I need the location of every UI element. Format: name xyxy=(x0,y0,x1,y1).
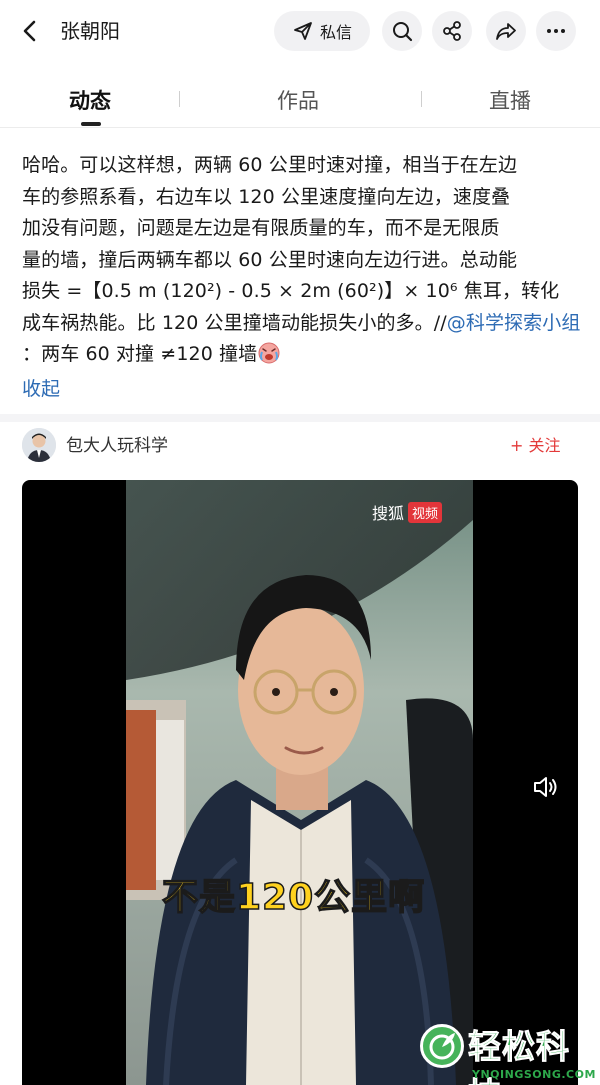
search-icon xyxy=(393,22,413,42)
tab-live[interactable]: 直播 xyxy=(450,86,570,116)
post-line: 加没有问题，问题是左边是有限质量的车，而不是无限质 xyxy=(22,217,500,239)
follow-button[interactable]: + 关注 xyxy=(510,434,561,458)
video-player[interactable]: 搜狐 视频 不是120公里啊 xyxy=(22,480,578,1085)
forward-icon xyxy=(496,23,516,40)
crying-emoji-icon xyxy=(258,342,280,364)
send-icon xyxy=(294,22,312,40)
tab-divider xyxy=(179,91,180,107)
post-line-text: ：两车 60 对撞 ≠120 撞墙 xyxy=(22,343,258,365)
share-button[interactable] xyxy=(432,11,472,51)
logo-domain: YNQINGSONG.COM xyxy=(472,1068,596,1081)
post-line: 车的参照系看，右边车以 120 公里速度撞向左边，速度叠 xyxy=(22,185,511,208)
collapse-link[interactable]: 收起 xyxy=(22,375,60,403)
share-icon xyxy=(443,21,461,41)
search-button[interactable] xyxy=(382,11,422,51)
post-line: 损失 =【0.5 m (120²) - 0.5 × 2m (60²)】× 10⁶… xyxy=(22,280,560,302)
post-body: 哈哈。可以这样想，两辆 60 公里时速对撞，相当于在左边 车的参照系看，右边车以… xyxy=(22,150,582,371)
tab-dynamics[interactable]: 动态 xyxy=(30,86,150,116)
video-watermark: 搜狐 视频 xyxy=(372,500,443,524)
logo-mark xyxy=(420,1024,464,1068)
post-line-text: 成车祸热能。比 120 公里撞墙动能损失小的多。// xyxy=(22,311,447,334)
watermark-badge: 视频 xyxy=(408,501,443,523)
avatar[interactable] xyxy=(22,428,56,462)
watermark-text: 搜狐 xyxy=(372,504,405,523)
forward-button[interactable] xyxy=(486,11,526,51)
message-button[interactable]: 私信 xyxy=(274,11,370,51)
tab-works[interactable]: 作品 xyxy=(238,86,358,116)
leaf-icon xyxy=(429,1033,455,1060)
post-line: 成车祸热能。比 120 公里撞墙动能损失小的多。//@科学探索小组 xyxy=(22,308,582,340)
video-caption: 不是120公里啊 xyxy=(161,876,426,919)
message-label: 私信 xyxy=(319,23,352,42)
profile-name: 张朝阳 xyxy=(60,19,120,43)
active-tab-indicator xyxy=(81,122,101,126)
more-button[interactable] xyxy=(536,11,576,51)
more-icon xyxy=(547,29,565,33)
post-line: 哈哈。可以这样想，两辆 60 公里时速对撞，相当于在左边 xyxy=(22,154,518,176)
top-bar: 张朝阳 私信 xyxy=(0,0,600,62)
video-thumbnail xyxy=(126,480,473,1085)
mention-link[interactable]: @科学探索小组 xyxy=(447,312,581,334)
site-logo: 轻松科技 YNQINGSONG.COM xyxy=(414,1012,600,1085)
avatar-image xyxy=(22,428,56,462)
post-line: 量的墙，撞后两辆车都以 60 公里时速向左边行进。总动能 xyxy=(22,248,518,271)
section-divider xyxy=(0,414,600,422)
repost-author-name[interactable]: 包大人玩科学 xyxy=(66,434,168,458)
post-line: ：两车 60 对撞 ≠120 撞墙 xyxy=(22,339,582,371)
profile-tabs: 动态 作品 直播 xyxy=(0,66,600,128)
volume-icon[interactable] xyxy=(532,774,562,800)
video-frame xyxy=(126,480,473,1085)
back-icon[interactable] xyxy=(18,18,44,44)
tab-divider xyxy=(421,91,422,107)
